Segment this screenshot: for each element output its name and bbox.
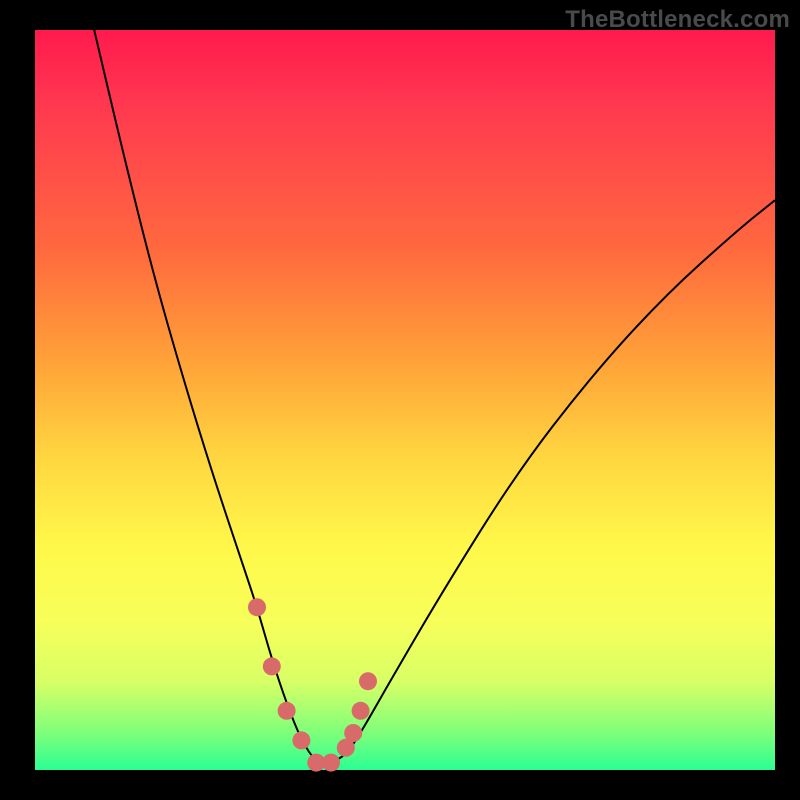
marker-dot (292, 731, 310, 749)
marker-dot (359, 672, 377, 690)
marker-dot (322, 754, 340, 772)
marker-dot (352, 702, 370, 720)
plot-area (35, 30, 775, 770)
bottleneck-curve (94, 30, 775, 763)
marker-dot (248, 598, 266, 616)
chart-frame: TheBottleneck.com (0, 0, 800, 800)
marker-dot (278, 702, 296, 720)
curve-svg (35, 30, 775, 770)
marker-dot (263, 657, 281, 675)
marker-dot (344, 724, 362, 742)
highlighted-markers (248, 598, 377, 771)
